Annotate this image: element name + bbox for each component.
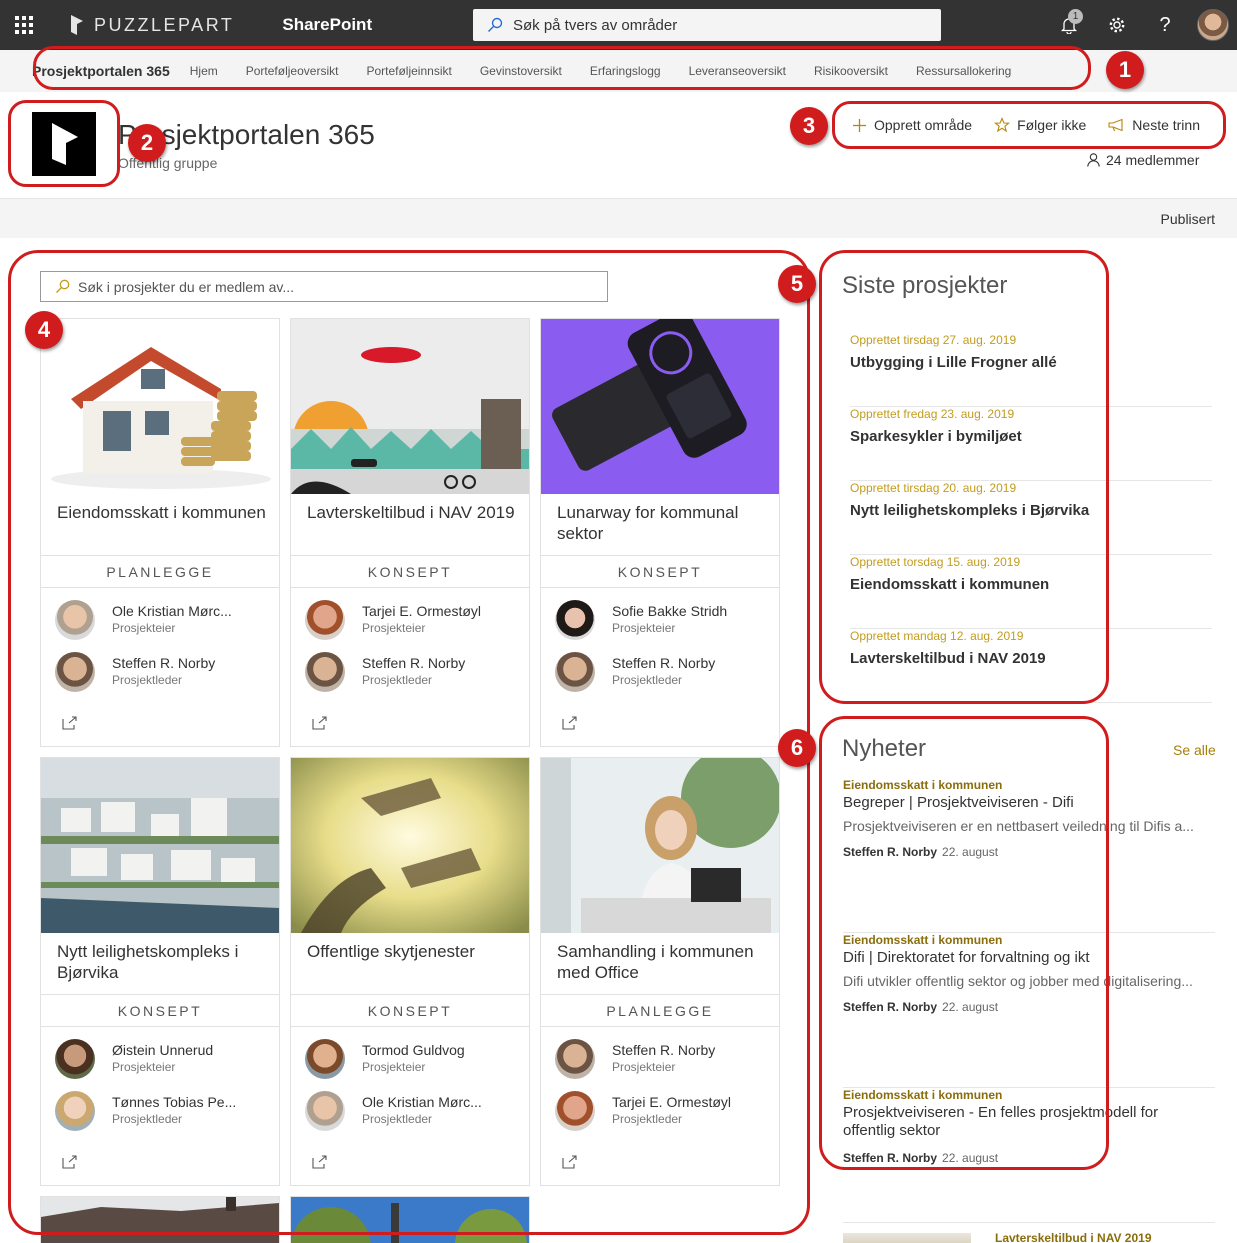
suite-icon-group: 1 ? (1045, 0, 1237, 50)
brand-name: PUZZLEPART (94, 14, 235, 35)
gear-icon (1109, 17, 1125, 33)
annotation-highlight (33, 46, 1091, 90)
members-button[interactable]: 24 medlemmer (1087, 152, 1199, 168)
publish-status: Publisert (1160, 211, 1215, 227)
news-thumbnail[interactable] (843, 1233, 971, 1243)
annotation-marker: 3 (790, 107, 828, 145)
members-count: 24 medlemmer (1106, 152, 1200, 168)
annotation-highlight (819, 716, 1109, 1170)
account-button[interactable] (1189, 0, 1237, 50)
see-all-news-link[interactable]: Se alle (1173, 742, 1216, 758)
search-icon (488, 17, 503, 32)
annotation-marker: 6 (778, 729, 816, 767)
suite-bar: PUZZLEPART SharePoint Søk på tvers av om… (0, 0, 1237, 50)
annotation-highlight (832, 101, 1226, 149)
notification-count-badge: 1 (1068, 9, 1083, 24)
command-bar: Publisert (0, 198, 1237, 238)
app-name-link[interactable]: SharePoint (282, 15, 372, 35)
site-privacy-label: Offentlig gruppe (118, 155, 218, 171)
annotation-highlight (819, 250, 1109, 704)
app-launcher-button[interactable] (0, 0, 48, 50)
waffle-icon (15, 16, 33, 34)
global-search-placeholder: Søk på tvers av områder (513, 16, 678, 34)
annotation-highlight (8, 250, 810, 1235)
brand-logo[interactable]: PUZZLEPART (70, 15, 234, 36)
puzzlepart-logo-icon (71, 15, 83, 35)
news-site-name[interactable]: Lavterskeltilbud i NAV 2019 (995, 1231, 1152, 1243)
user-avatar (1197, 9, 1229, 41)
annotation-marker: 5 (778, 265, 816, 303)
question-mark-icon: ? (1159, 13, 1171, 36)
annotation-marker: 2 (128, 124, 166, 162)
help-button[interactable]: ? (1141, 0, 1189, 50)
person-icon (1087, 153, 1100, 167)
annotation-marker: 4 (25, 311, 63, 349)
annotation-marker: 1 (1106, 51, 1144, 89)
notifications-button[interactable]: 1 (1045, 0, 1093, 50)
settings-button[interactable] (1093, 0, 1141, 50)
global-search-box[interactable]: Søk på tvers av områder (473, 9, 941, 41)
annotation-highlight (8, 100, 120, 187)
